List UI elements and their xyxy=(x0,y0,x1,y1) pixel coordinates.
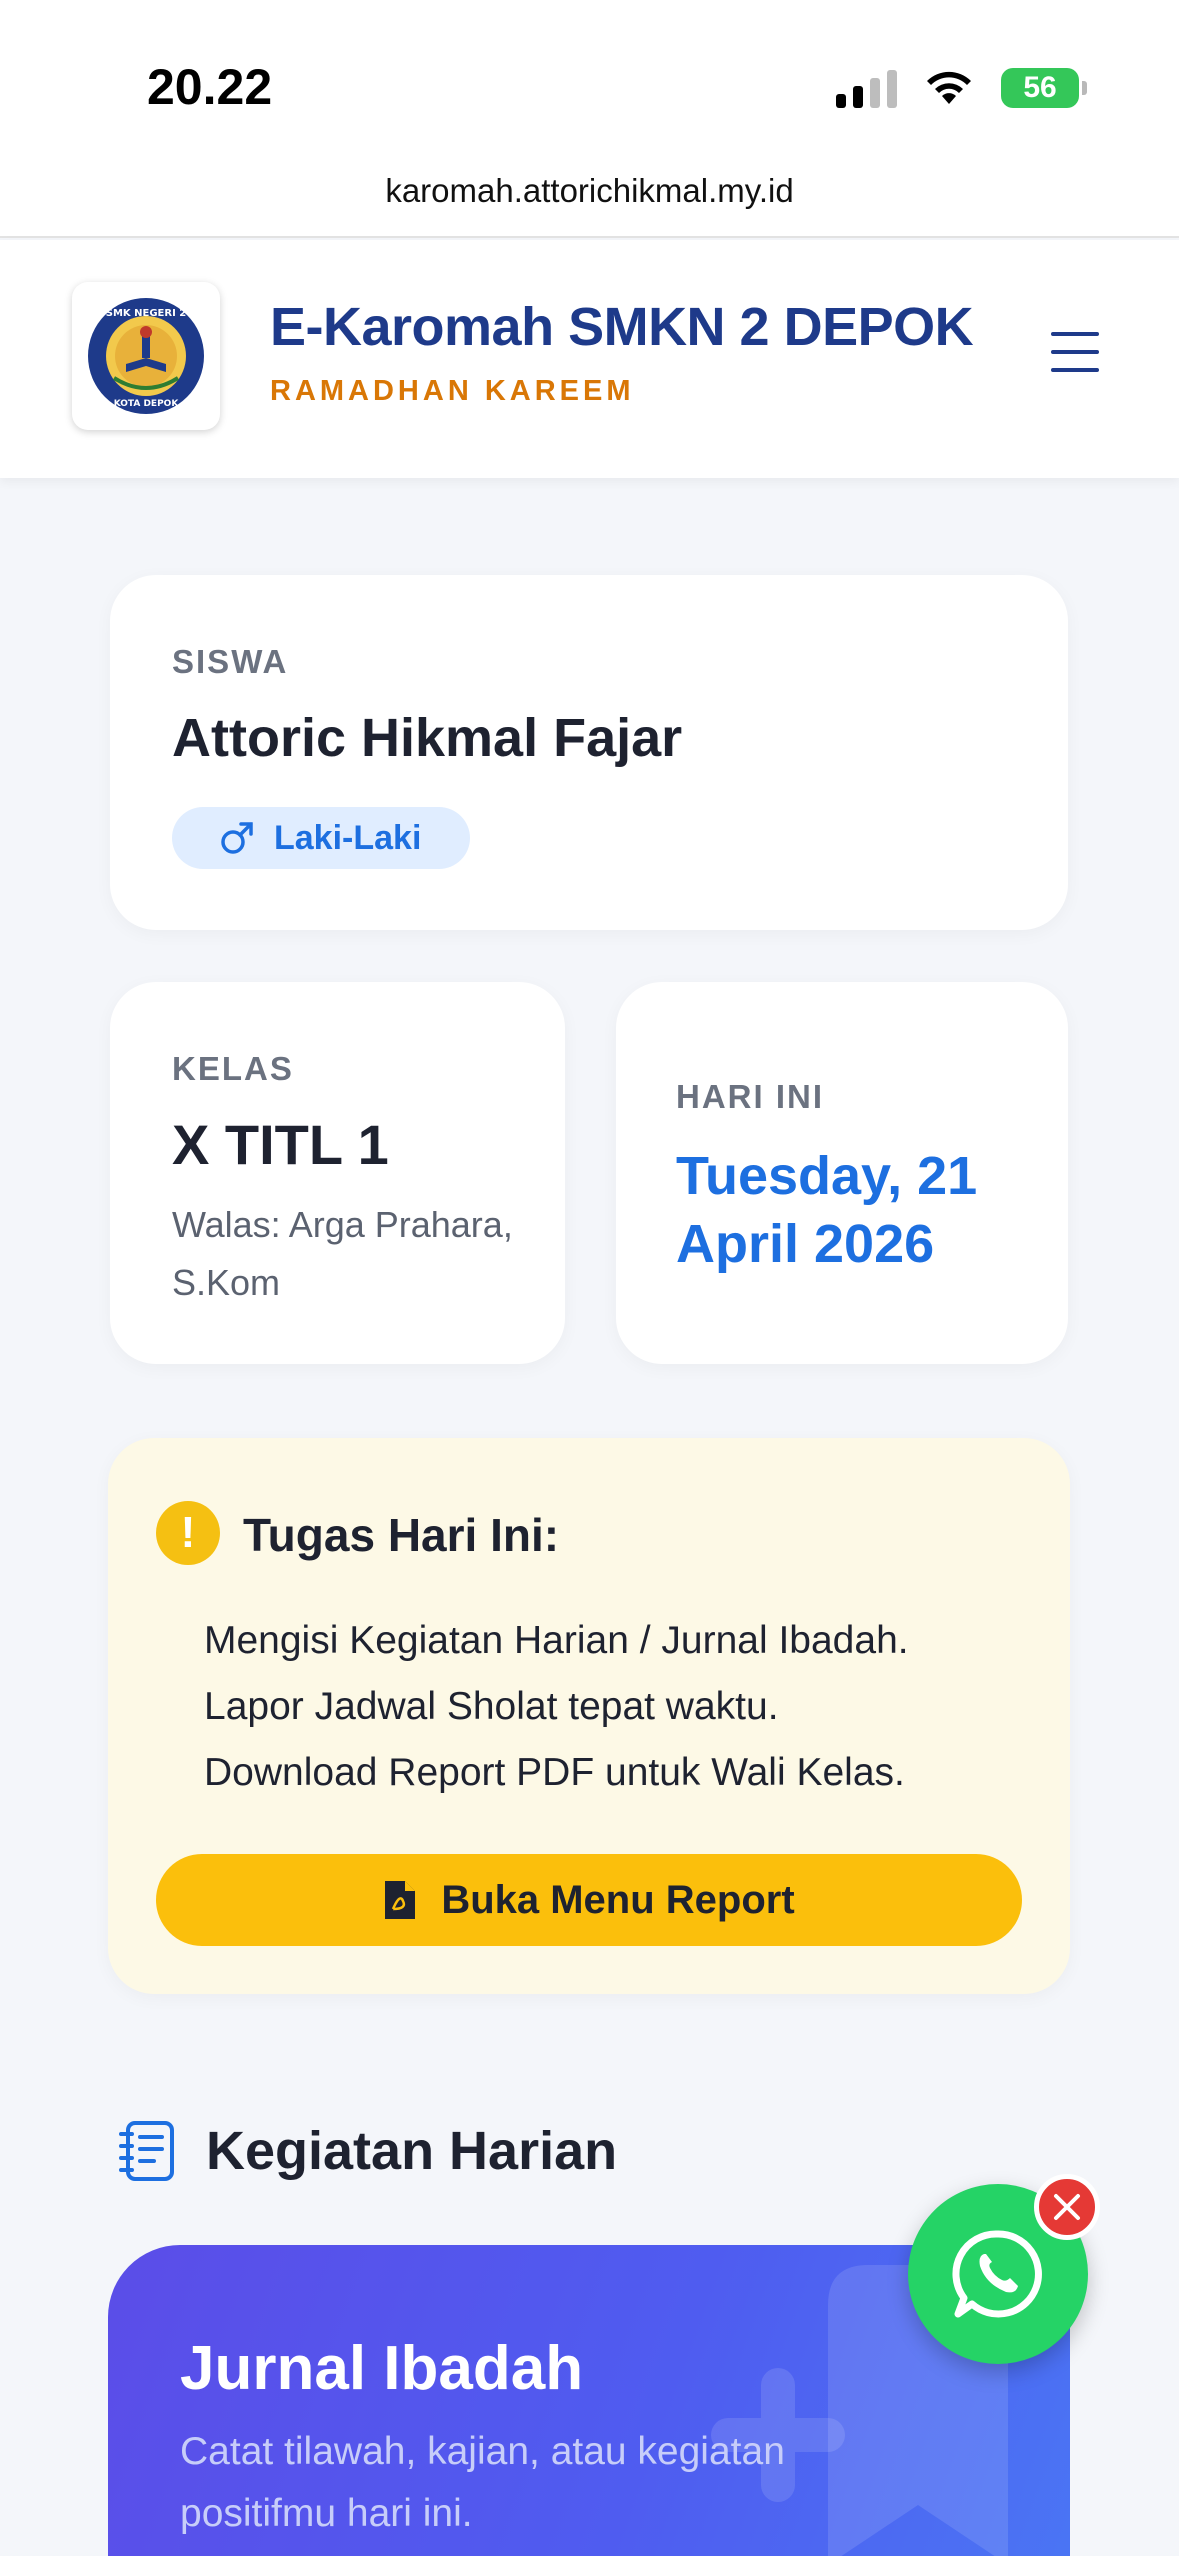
task-title: Tugas Hari Ini: xyxy=(243,1509,560,1561)
class-card: KELAS X TITL 1 Walas: Arga Prahara, S.Ko… xyxy=(110,982,565,1364)
battery-level: 56 xyxy=(1023,71,1057,104)
today-card: HARI INI Tuesday, 21 April 2026 xyxy=(616,982,1068,1364)
gender-badge: Laki-Laki xyxy=(172,807,470,869)
svg-text:KOTA DEPOK: KOTA DEPOK xyxy=(114,399,180,409)
homeroom-teacher: Walas: Arga Prahara, S.Kom xyxy=(172,1204,513,1303)
journal-description: Catat tilawah, kajian, atau kegiatan pos… xyxy=(180,2430,785,2535)
task-list: Mengisi Kegiatan Harian / Jurnal Ibadah.… xyxy=(204,1608,909,1806)
cellular-signal-icon xyxy=(836,68,897,108)
status-icons: 56 xyxy=(836,66,1087,110)
section-heading: Kegiatan Harian xyxy=(118,2120,617,2182)
class-value: X TITL 1 xyxy=(172,1113,389,1176)
close-icon[interactable] xyxy=(1034,2174,1100,2240)
today-date: Tuesday, 21 April 2026 xyxy=(676,1146,978,1274)
task-item: Mengisi Kegiatan Harian / Jurnal Ibadah. xyxy=(204,1619,909,1662)
whatsapp-icon xyxy=(952,2230,1042,2318)
task-card: ! Tugas Hari Ini: Mengisi Kegiatan Haria… xyxy=(108,1438,1070,1994)
male-symbol-icon xyxy=(221,822,253,854)
class-label: KELAS xyxy=(172,1050,294,1087)
notebook-list-icon xyxy=(119,2121,174,2181)
app-header: SMK NEGERI 2 KOTA DEPOK E-Karomah SMKN 2… xyxy=(0,240,1179,478)
url-address[interactable]: karomah.attorichikmal.my.id xyxy=(0,172,1179,210)
battery-charging-icon: 56 xyxy=(1001,68,1087,108)
task-item: Download Report PDF untuk Wali Kelas. xyxy=(204,1751,905,1794)
wifi-icon xyxy=(927,71,971,104)
status-time: 20.22 xyxy=(147,59,273,115)
svg-text:SMK NEGERI 2: SMK NEGERI 2 xyxy=(106,308,187,319)
section-title: Kegiatan Harian xyxy=(206,2121,618,2181)
school-logo-emblem: SMK NEGERI 2 KOTA DEPOK xyxy=(88,298,204,414)
school-logo[interactable]: SMK NEGERI 2 KOTA DEPOK xyxy=(72,282,220,430)
student-label: SISWA xyxy=(172,643,289,680)
open-report-button[interactable]: Buka Menu Report xyxy=(156,1854,1022,1946)
pdf-file-icon xyxy=(385,1881,416,1919)
student-card: SISWA Attoric Hikmal Fajar Laki-Laki xyxy=(110,575,1068,930)
task-item: Lapor Jadwal Sholat tepat waktu. xyxy=(204,1685,779,1728)
app-subtitle: RAMADHAN KAREEM xyxy=(270,375,635,407)
exclamation-circle-icon: ! xyxy=(156,1501,220,1565)
status-bar: 20.22 56 xyxy=(0,0,1179,165)
student-name: Attoric Hikmal Fajar xyxy=(172,708,683,768)
today-label: HARI INI xyxy=(676,1078,824,1115)
journal-title: Jurnal Ibadah xyxy=(180,2334,584,2403)
hamburger-menu-icon[interactable] xyxy=(1051,332,1099,372)
app-title: E-Karomah SMKN 2 DEPOK xyxy=(270,297,974,357)
gender-label: Laki-Laki xyxy=(274,818,422,857)
open-report-label: Buka Menu Report xyxy=(441,1877,795,1922)
